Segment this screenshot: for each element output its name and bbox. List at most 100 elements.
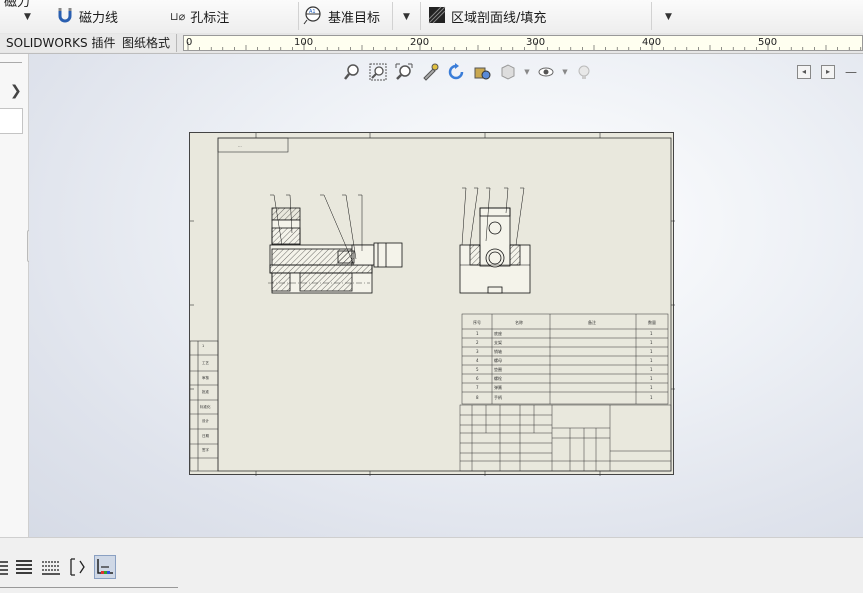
minimize-icon[interactable]: —	[845, 65, 857, 79]
svg-text:垫圈: 垫圈	[494, 366, 502, 372]
tab-solidworks-addins[interactable]: SOLIDWORKS 插件	[0, 34, 123, 52]
svg-text:签字: 签字	[202, 447, 209, 452]
zoom-to-fit-icon[interactable]	[341, 62, 363, 82]
svg-text:1: 1	[650, 349, 653, 354]
svg-text:1: 1	[650, 367, 653, 372]
svg-text:3: 3	[476, 349, 479, 354]
ruler-label: 500	[758, 37, 778, 48]
chevron-down-icon[interactable]: ▼	[24, 12, 31, 22]
svg-text:1: 1	[202, 344, 204, 348]
svg-text:备注: 备注	[588, 319, 596, 325]
graphics-area[interactable]: ▼ ▼ ◂ ▸ — ... 1 工艺 审核 批准 标准化 设计 日期 签字 序号…	[29, 54, 863, 537]
hatch-icon	[428, 6, 446, 28]
configuration-manager-icon[interactable]	[40, 555, 62, 579]
svg-text:1: 1	[650, 331, 653, 336]
chevron-down-icon[interactable]: ▼	[523, 62, 531, 82]
hide-show-icon[interactable]	[535, 62, 557, 82]
section-view	[268, 194, 403, 294]
svg-text:审核: 审核	[202, 375, 209, 380]
window-controls: ◂ ▸ —	[797, 65, 857, 79]
magnet-line-button[interactable]: 磁力线	[56, 0, 118, 33]
chevron-down-icon[interactable]: ▼	[561, 62, 569, 82]
command-bar: 磁力 ▼ 磁力线 ⊔⌀ 孔标注 A1 基准目标 ▼ 区域剖面线/填充 ▼	[0, 0, 863, 34]
title-block	[459, 404, 672, 472]
hole-callout-label: 孔标注	[190, 11, 230, 26]
ruler-label: 0	[186, 37, 193, 48]
separator	[651, 2, 652, 30]
display-style-icon[interactable]	[497, 62, 519, 82]
magnet-line-label: 磁力线	[79, 11, 119, 26]
svg-text:销轴: 销轴	[494, 348, 502, 354]
svg-text:8: 8	[476, 395, 479, 400]
separator	[392, 2, 393, 30]
cut-off-title: 磁力	[4, 0, 31, 10]
bottom-toolbar	[0, 555, 116, 579]
restore-right-icon[interactable]: ▸	[821, 65, 835, 79]
heads-up-toolbar: ▼ ▼	[341, 62, 595, 82]
svg-text:名称: 名称	[515, 319, 523, 325]
ruler-label: 300	[526, 37, 546, 48]
svg-text:序号: 序号	[473, 319, 481, 325]
zoom-in-out-icon[interactable]	[393, 62, 415, 82]
datum-target-label: 基准目标	[328, 11, 381, 26]
left-panel: ❯	[0, 54, 29, 537]
display-manager-icon[interactable]	[94, 555, 116, 579]
chevron-down-icon[interactable]: ▼	[403, 12, 410, 22]
area-hatch-label: 区域剖面线/填充	[451, 11, 547, 26]
magnet-icon	[56, 6, 74, 28]
svg-text:1: 1	[650, 385, 653, 390]
zoom-area-icon[interactable]	[367, 62, 389, 82]
hole-callout-button[interactable]: ⊔⌀ 孔标注	[170, 0, 229, 33]
panel-field[interactable]	[0, 108, 23, 134]
svg-text:日期: 日期	[202, 433, 209, 438]
svg-text:螺母: 螺母	[494, 357, 502, 363]
svg-text:标准化: 标准化	[200, 404, 211, 409]
svg-text:设计: 设计	[202, 418, 209, 423]
datum-target-button[interactable]: A1 基准目标	[303, 0, 380, 33]
svg-text:4: 4	[476, 358, 479, 363]
ruler: 0 100 200 300 400 500	[183, 35, 863, 51]
bottom-bar	[0, 537, 863, 593]
rotate-icon[interactable]	[445, 62, 467, 82]
front-view	[459, 187, 531, 294]
svg-text:1: 1	[650, 395, 653, 400]
list-icon[interactable]	[0, 555, 8, 579]
ruler-label: 200	[410, 37, 430, 48]
svg-text:数量: 数量	[648, 319, 656, 325]
svg-text:螺栓: 螺栓	[494, 375, 502, 381]
left-strip-labels: 1 工艺 审核 批准 标准化 设计 日期 签字	[200, 344, 211, 452]
zone-ticks	[190, 133, 675, 476]
svg-text:底座: 底座	[494, 330, 502, 336]
divider	[0, 62, 22, 63]
separator	[420, 2, 421, 30]
chevron-down-icon[interactable]: ▼	[665, 12, 672, 22]
svg-text:1: 1	[650, 376, 653, 381]
sheet-inner-border	[217, 137, 672, 472]
pan-icon[interactable]	[419, 62, 441, 82]
appearance-icon[interactable]	[573, 62, 595, 82]
chevron-right-icon[interactable]: ❯	[10, 83, 22, 99]
hole-callout-icon: ⊔⌀	[170, 10, 186, 23]
svg-text:工艺: 工艺	[202, 360, 209, 365]
tab-sheet-format[interactable]: 图纸格式	[116, 34, 178, 52]
svg-text:1: 1	[650, 340, 653, 345]
drawing-canvas: ... 1 工艺 审核 批准 标准化 设计 日期 签字 序号 名称 备注 数量 …	[190, 133, 675, 476]
svg-text:6: 6	[476, 376, 479, 381]
dimxpert-icon[interactable]	[67, 555, 89, 579]
ruler-label: 100	[294, 37, 314, 48]
svg-text:手柄: 手柄	[494, 394, 502, 400]
tab-row: SOLIDWORKS 插件 图纸格式 0 100 200 300 400 500	[0, 33, 863, 54]
svg-text:5: 5	[476, 367, 479, 372]
divider	[0, 587, 178, 588]
svg-text:支架: 支架	[494, 339, 502, 345]
separator	[298, 2, 299, 30]
svg-text:A1: A1	[309, 9, 316, 15]
property-manager-icon[interactable]	[13, 555, 35, 579]
svg-text:1: 1	[476, 331, 479, 336]
view-settings-icon[interactable]	[471, 62, 493, 82]
restore-left-icon[interactable]: ◂	[797, 65, 811, 79]
parts-table-text: 序号 名称 备注 数量 1 底座 1 2 支架 1 3 销轴 1 4 螺母 1 5 垫圈 1 6 螺栓…	[473, 319, 656, 400]
area-hatch-button[interactable]: 区域剖面线/填充	[428, 0, 546, 33]
drawing-sheet[interactable]: ... 1 工艺 审核 批准 标准化 设计 日期 签字 序号 名称 备注 数量 …	[189, 132, 675, 476]
svg-text:1: 1	[650, 358, 653, 363]
